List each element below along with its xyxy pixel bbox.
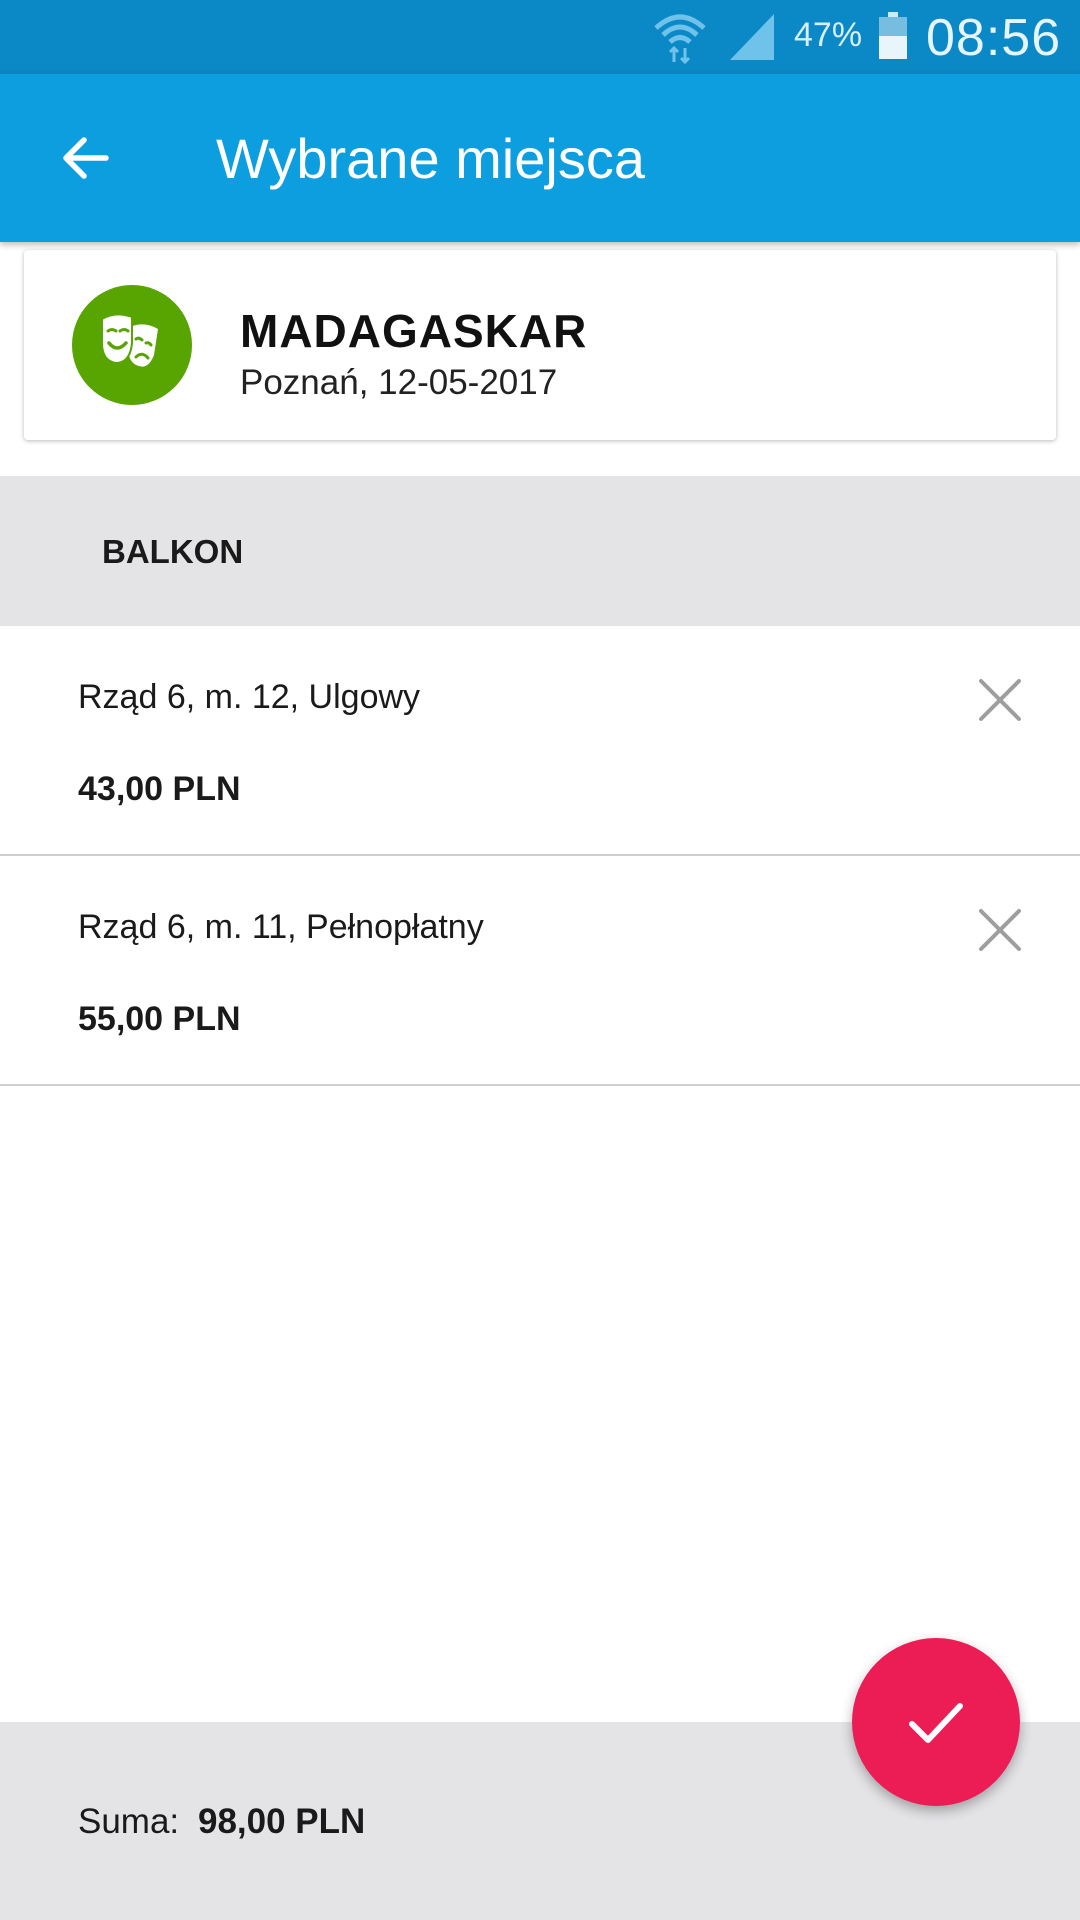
seat-row: Rząd 6, m. 11, Pełnopłatny 55,00 PLN	[0, 856, 1080, 1086]
check-icon	[909, 1703, 963, 1743]
app-bar: Wybrane miejsca	[0, 74, 1080, 242]
seat-row: Rząd 6, m. 12, Ulgowy 43,00 PLN	[0, 626, 1080, 856]
event-title: MADAGASKAR	[240, 305, 588, 357]
sum-value: 98,00 PLN	[198, 1802, 366, 1841]
clock: 08:56	[926, 9, 1062, 67]
remove-seat-button[interactable]	[970, 670, 1030, 730]
event-location-date: Poznań, 12-05-2017	[240, 363, 558, 402]
seat-price: 43,00 PLN	[78, 770, 241, 808]
seat-description: Rząd 6, m. 12, Ulgowy	[78, 678, 421, 716]
page-title: Wybrane miejsca	[216, 127, 645, 190]
seat-description: Rząd 6, m. 11, Pełnopłatny	[78, 908, 484, 946]
remove-seat-button[interactable]	[970, 900, 1030, 960]
battery-icon	[879, 12, 907, 59]
event-avatar	[72, 285, 192, 405]
theater-masks-icon	[101, 313, 158, 367]
battery-percent: 47%	[794, 16, 863, 54]
wifi-icon	[654, 14, 706, 64]
seat-price: 55,00 PLN	[78, 1000, 241, 1038]
confirm-button[interactable]	[852, 1638, 1020, 1806]
close-icon	[979, 679, 1021, 721]
arrow-left-icon	[63, 137, 109, 179]
event-card: MADAGASKAR Poznań, 12-05-2017	[24, 250, 1056, 440]
status-bar: 47% 08:56	[0, 0, 1080, 74]
sum-label: Suma:	[78, 1802, 180, 1841]
signal-icon	[730, 14, 774, 60]
close-icon	[979, 909, 1021, 951]
section-label: BALKON	[102, 533, 244, 570]
section-header: BALKON	[0, 476, 1080, 626]
back-button[interactable]	[48, 122, 120, 194]
